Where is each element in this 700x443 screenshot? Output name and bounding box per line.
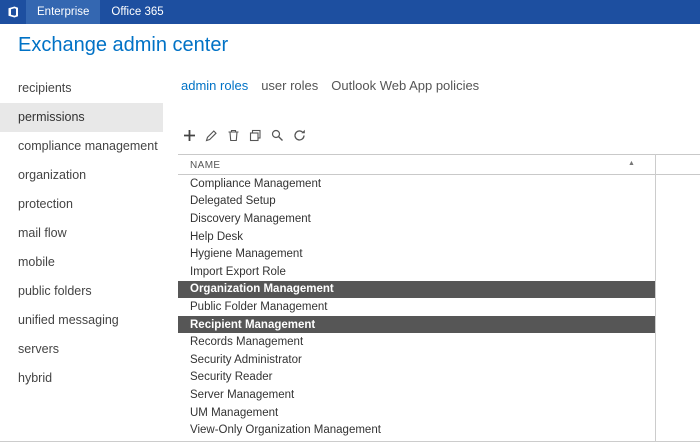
suite-tab-office365[interactable]: Office 365 (100, 0, 174, 24)
column-header-name: NAME (190, 160, 221, 171)
sidebar-item-unified-messaging[interactable]: unified messaging (0, 306, 163, 335)
table-row[interactable]: Server Management (178, 386, 655, 404)
table-row[interactable]: Security Administrator (178, 351, 655, 369)
tab-admin-roles[interactable]: admin roles (181, 78, 248, 93)
toolbar (181, 126, 700, 144)
suite-tab-enterprise-label: Enterprise (37, 6, 90, 18)
table-header-name[interactable]: NAME ▲ (178, 154, 700, 175)
list-detail-divider (655, 154, 656, 442)
table-row[interactable]: Help Desk (178, 228, 655, 246)
table-row[interactable]: Security Reader (178, 369, 655, 387)
add-icon[interactable] (181, 127, 197, 143)
table-row[interactable]: Hygiene Management (178, 245, 655, 263)
sidebar-item-mail-flow[interactable]: mail flow (0, 219, 163, 248)
admin-roles-list: Compliance Management Delegated Setup Di… (178, 175, 655, 439)
search-icon[interactable] (269, 127, 285, 143)
refresh-icon[interactable] (291, 127, 307, 143)
table-row[interactable]: Discovery Management (178, 210, 655, 228)
copy-icon[interactable] (247, 127, 263, 143)
tab-outlook-web-app-policies[interactable]: Outlook Web App policies (331, 78, 479, 93)
page-title: Exchange admin center (18, 34, 229, 56)
sidebar-item-public-folders[interactable]: public folders (0, 277, 163, 306)
sidebar-item-hybrid[interactable]: hybrid (0, 364, 163, 393)
main-content: admin roles user roles Outlook Web App p… (178, 70, 700, 443)
office-logo-icon[interactable] (0, 0, 26, 24)
edit-icon[interactable] (203, 127, 219, 143)
table-row[interactable]: UM Management (178, 404, 655, 422)
tab-user-roles[interactable]: user roles (261, 78, 318, 93)
table-row[interactable]: View-Only Organization Management (178, 421, 655, 439)
table-row[interactable]: Records Management (178, 333, 655, 351)
table-row[interactable]: Public Folder Management (178, 298, 655, 316)
role-tabs: admin roles user roles Outlook Web App p… (181, 76, 700, 94)
table-row[interactable]: Organization Management (178, 280, 655, 299)
table-row[interactable]: Compliance Management (178, 175, 655, 193)
delete-icon[interactable] (225, 127, 241, 143)
suite-tab-enterprise[interactable]: Enterprise (26, 0, 101, 24)
suite-bar: Enterprise Office 365 (0, 0, 700, 24)
suite-tab-office365-label: Office 365 (111, 6, 164, 18)
table-row[interactable]: Delegated Setup (178, 193, 655, 211)
table-row[interactable]: Import Export Role (178, 263, 655, 281)
sidebar-item-compliance-management[interactable]: compliance management (0, 132, 163, 161)
sidebar-item-protection[interactable]: protection (0, 190, 163, 219)
bottom-border (0, 441, 700, 442)
table-row[interactable]: Recipient Management (178, 315, 655, 334)
sidebar: recipients permissions compliance manage… (0, 74, 163, 393)
sidebar-item-permissions[interactable]: permissions (0, 103, 163, 132)
sort-ascending-icon: ▲ (628, 160, 635, 167)
sidebar-item-recipients[interactable]: recipients (0, 74, 163, 103)
sidebar-item-organization[interactable]: organization (0, 161, 163, 190)
app-header: Exchange admin center (0, 24, 700, 70)
sidebar-item-servers[interactable]: servers (0, 335, 163, 364)
sidebar-item-mobile[interactable]: mobile (0, 248, 163, 277)
